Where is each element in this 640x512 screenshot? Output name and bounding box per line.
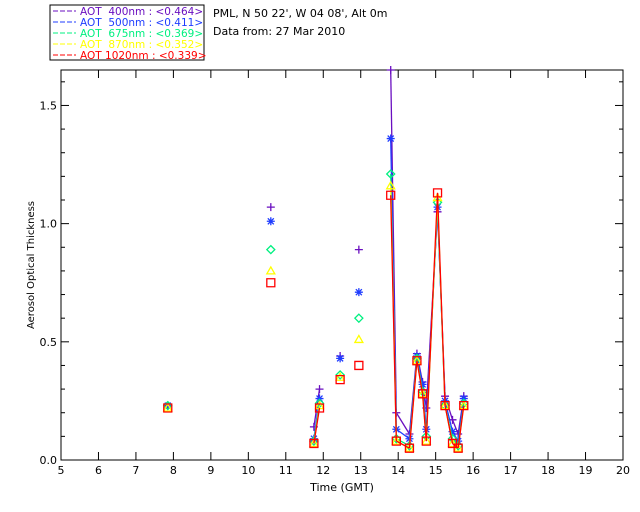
x-tick-label: 18 (541, 464, 555, 477)
x-tick-label: 7 (132, 464, 139, 477)
data-point-diamond (353, 313, 364, 324)
x-tick-label: 12 (316, 464, 330, 477)
y-tick-label: 1.5 (40, 99, 58, 112)
data-point-triangle (353, 334, 364, 344)
aot-chart: AOT 400nm : <0.464>AOT 500nm : <0.411>AO… (26, 4, 630, 494)
y-axis-label: Aerosol Optical Thickness (26, 201, 37, 329)
data-point-asterisk (266, 217, 275, 226)
data-point-square (354, 360, 364, 371)
y-tick-label: 0.5 (40, 336, 58, 349)
data-point-asterisk (336, 354, 345, 363)
data-point-plus (354, 245, 363, 254)
legend: AOT 400nm : <0.464>AOT 500nm : <0.411>AO… (49, 4, 207, 62)
series-1 (163, 134, 468, 446)
x-axis-label: Time (GMT) (309, 481, 374, 494)
site-label: PML, N 50 22', W 04 08', Alt 0m (213, 7, 387, 20)
x-tick-label: 8 (170, 464, 177, 477)
data-point-diamond (265, 244, 276, 255)
x-tick-label: 6 (95, 464, 102, 477)
x-tick-label: 13 (354, 464, 368, 477)
data-point-plus (386, 66, 395, 74)
series-line-segment (425, 192, 439, 442)
data-point-asterisk (354, 288, 363, 297)
series-line-segment (436, 192, 446, 406)
x-tick-label: 10 (241, 464, 255, 477)
x-tick-label: 16 (466, 464, 480, 477)
series-line-segment (408, 360, 418, 449)
data-point-triangle (265, 265, 276, 275)
data-point-plus (315, 385, 324, 394)
data-point-plus (266, 203, 275, 212)
x-tick-label: 14 (391, 464, 405, 477)
data-point-square (266, 278, 276, 288)
x-tick-label: 15 (429, 464, 443, 477)
x-tick-label: 17 (504, 464, 518, 477)
plot-frame (60, 69, 624, 461)
legend-entry: AOT 1020nm : <0.339> (80, 50, 207, 62)
y-tick-label: 1.0 (40, 218, 58, 231)
date-label: Data from: 27 Mar 2010 (213, 25, 345, 38)
x-tick-label: 19 (579, 464, 593, 477)
x-tick-label: 20 (616, 464, 630, 477)
axes: 5 6 7 8 9 10 11 12 13 14 15 16 17 18 19 20 0.0 0.5 1.0 1.5 (40, 70, 630, 477)
x-tick-label: 5 (58, 464, 65, 477)
data-point-asterisk (386, 134, 395, 143)
series-group (162, 66, 469, 453)
y-tick-label: 0.0 (40, 454, 58, 467)
x-tick-label: 9 (207, 464, 214, 477)
x-tick-label: 11 (279, 464, 293, 477)
